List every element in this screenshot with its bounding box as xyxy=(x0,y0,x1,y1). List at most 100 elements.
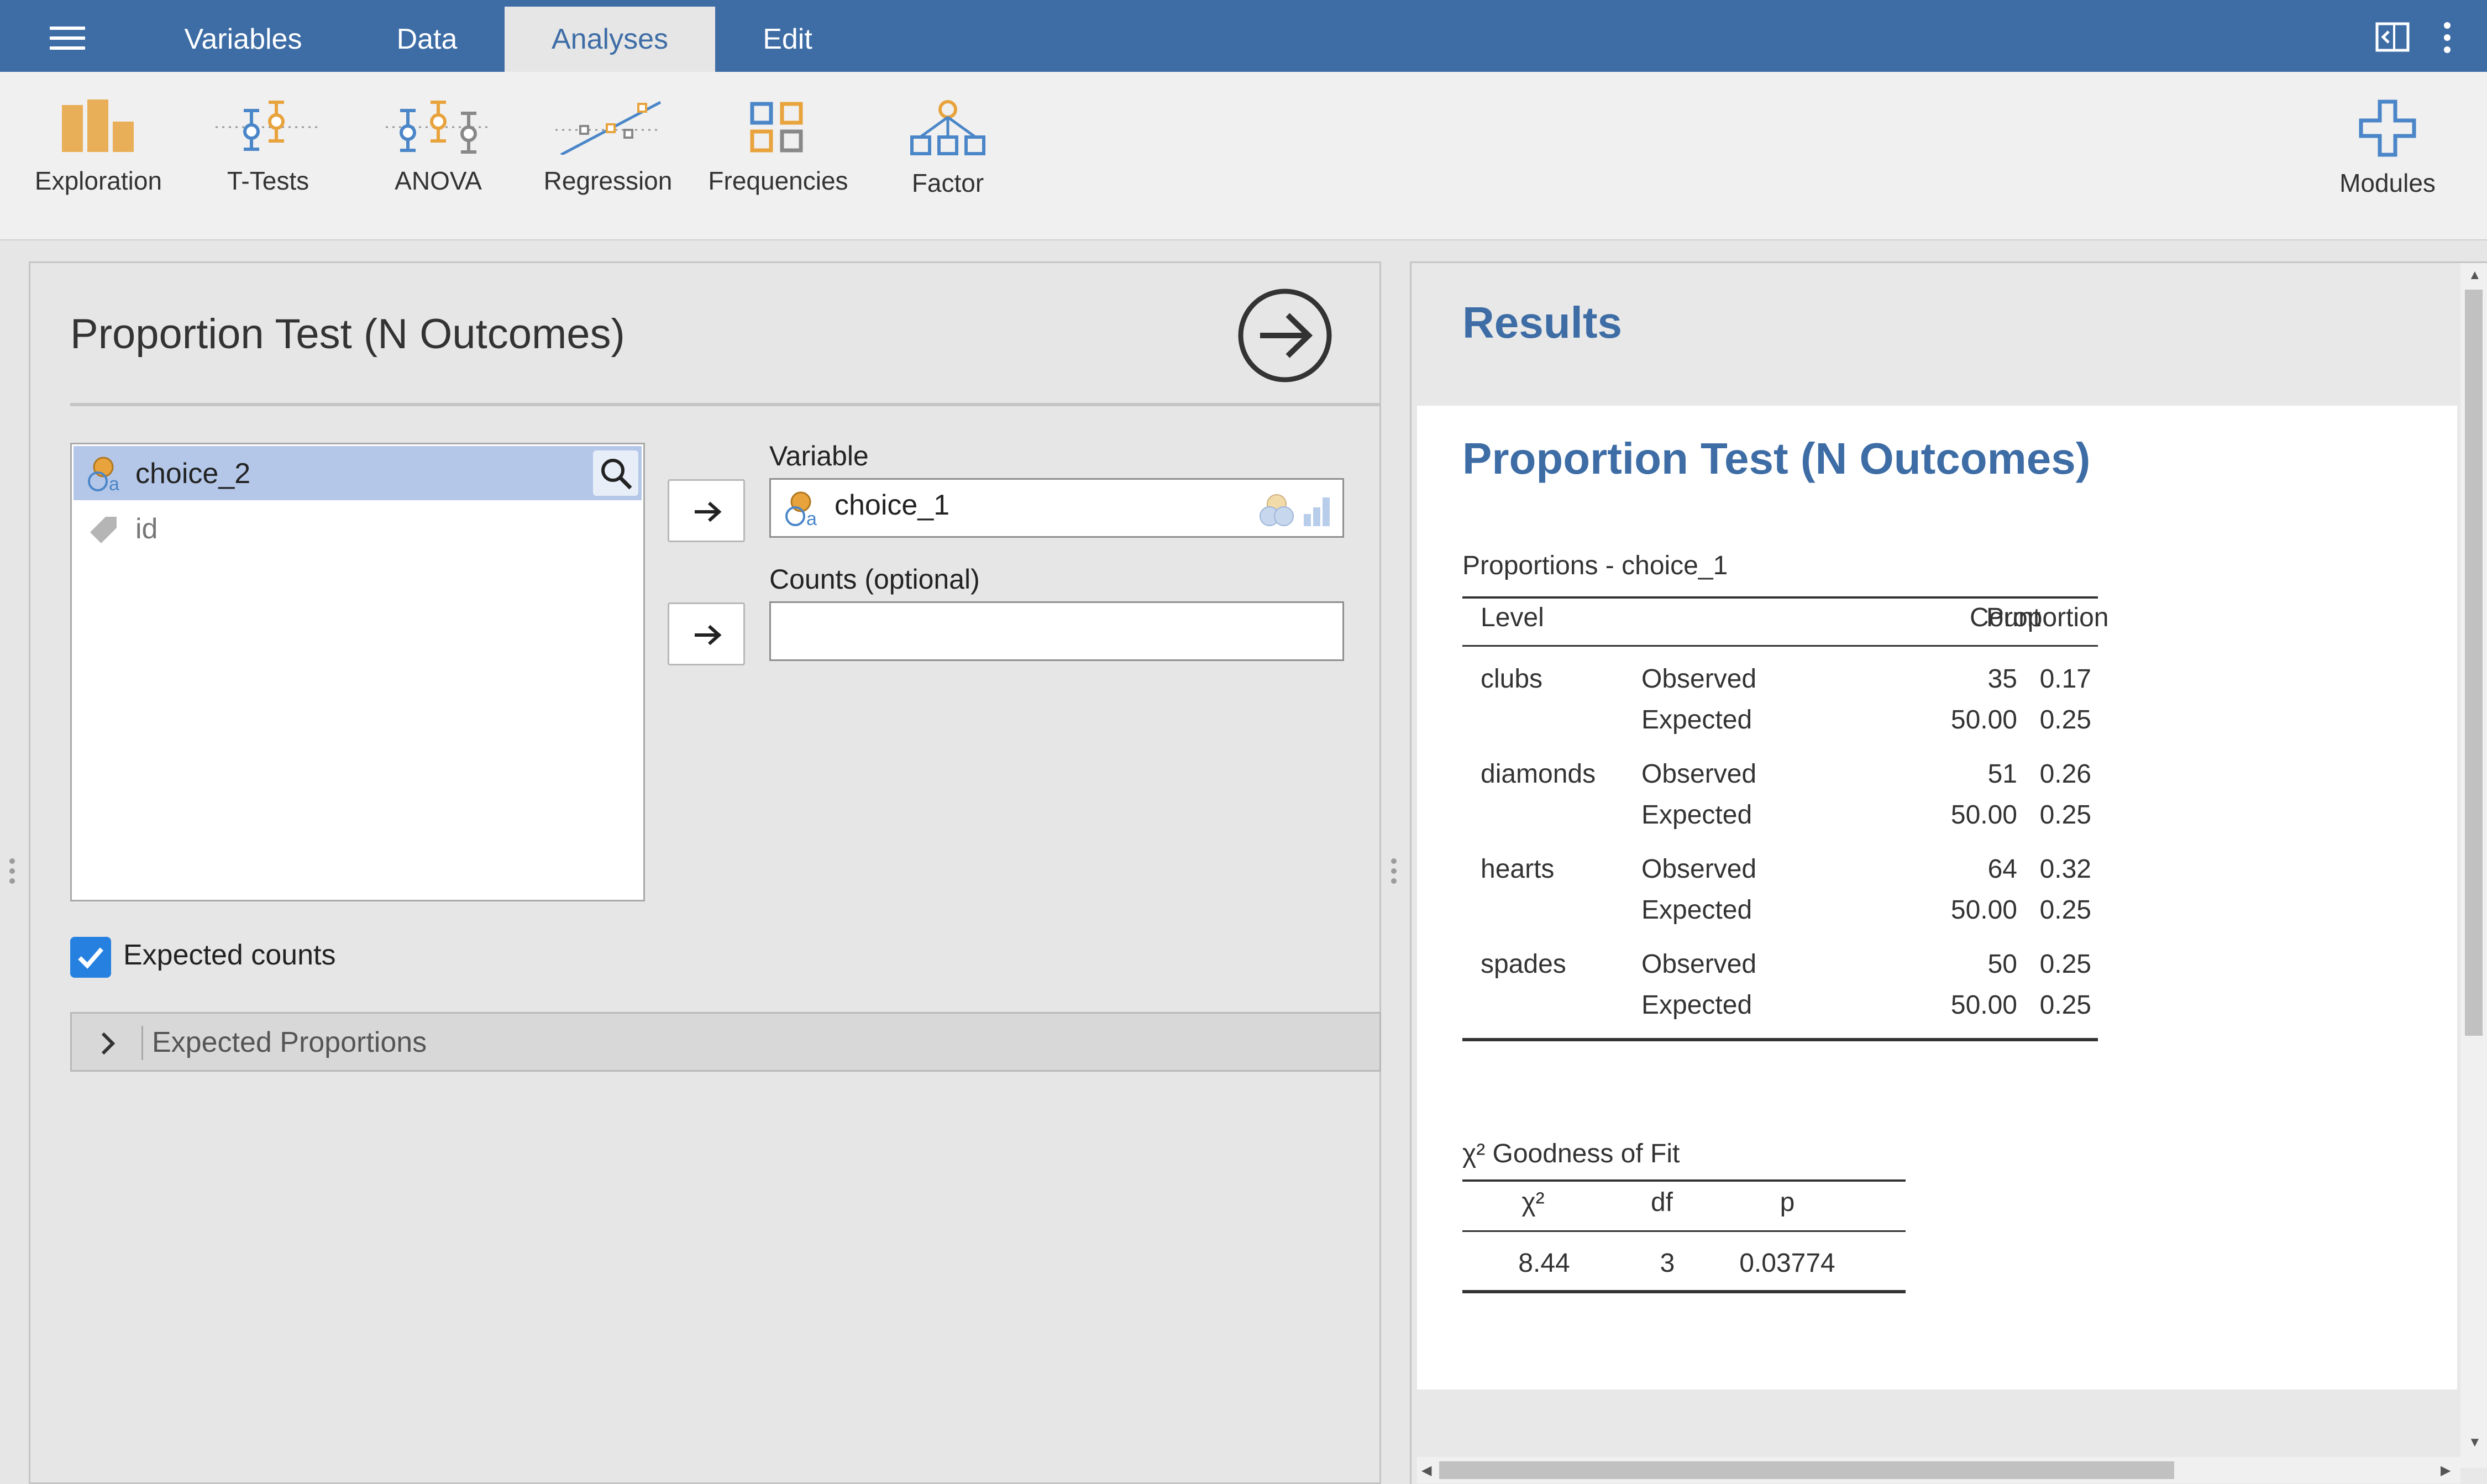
modules-button[interactable]: Modules xyxy=(2305,99,2470,198)
table-rule xyxy=(1462,1290,1906,1293)
table-cell-level: diamonds xyxy=(1481,759,1596,789)
hamburger-menu-icon[interactable] xyxy=(50,27,85,51)
svg-text:a: a xyxy=(806,508,817,527)
results-panel: Results Proportion Test (N Outcomes) Pro… xyxy=(1410,261,2487,1484)
table-rule xyxy=(1462,1038,2098,1041)
search-variables-button[interactable] xyxy=(593,450,638,496)
table-rule xyxy=(1462,596,2098,599)
gof-table-title: χ² Goodness of Fit xyxy=(1462,1139,1680,1168)
allowed-types-icon xyxy=(1260,494,1330,526)
table-cell-proportion: 0.25 xyxy=(2039,800,2091,830)
scroll-down-arrow-icon[interactable]: ▼ xyxy=(2468,1435,2481,1450)
table-cell-type: Expected xyxy=(1641,990,1753,1020)
exploration-label: Exploration xyxy=(34,166,162,195)
results-vertical-scrollbar[interactable]: ▲ ▼ xyxy=(2460,263,2487,1468)
variable-field[interactable]: a choice_1 xyxy=(769,478,1344,538)
variable-item-choice-2[interactable]: a choice_2 xyxy=(74,446,642,500)
anova-icon xyxy=(386,101,491,154)
horizontal-scroll-thumb[interactable] xyxy=(1439,1461,2174,1479)
variable-value: choice_1 xyxy=(835,489,950,521)
frequencies-button[interactable]: Frequencies xyxy=(695,99,861,196)
variable-item-id[interactable]: id xyxy=(74,501,642,555)
exploration-icon xyxy=(62,99,134,152)
table-cell-proportion: 0.25 xyxy=(2039,950,2091,979)
variable-name: choice_2 xyxy=(135,458,251,490)
analysis-options-panel: Proportion Test (N Outcomes) a choice_2 xyxy=(29,261,1381,1484)
t-tests-icon xyxy=(216,101,321,151)
center-splitter-handle[interactable] xyxy=(1391,858,1399,892)
table-cell-proportion: 0.32 xyxy=(2039,854,2091,884)
proportions-table-title: Proportions - choice_1 xyxy=(1462,551,1728,580)
checkmark-icon xyxy=(78,947,104,969)
counts-label: Counts (optional) xyxy=(769,564,980,595)
anova-label: ANOVA xyxy=(395,166,482,195)
svg-text:a: a xyxy=(109,474,119,492)
modules-label: Modules xyxy=(2339,169,2436,197)
more-options-icon[interactable] xyxy=(2442,22,2453,53)
results-horizontal-scrollbar[interactable]: ◀ ▶ xyxy=(1417,1457,2460,1483)
arrow-right-icon xyxy=(695,625,722,646)
table-cell-type: Observed xyxy=(1641,759,1757,789)
scroll-up-arrow-icon[interactable]: ▲ xyxy=(2468,268,2481,283)
tab-variables[interactable]: Variables xyxy=(158,7,329,72)
move-to-counts-button[interactable] xyxy=(668,602,745,665)
scroll-right-arrow-icon[interactable]: ▶ xyxy=(2441,1462,2451,1478)
table-cell-proportion: 0.25 xyxy=(2039,895,2091,925)
variable-name: id xyxy=(135,513,158,545)
column-header-p: p xyxy=(1780,1188,1795,1217)
factor-button[interactable]: Factor xyxy=(865,99,1031,198)
table-cell-type: Observed xyxy=(1641,854,1757,884)
variable-list[interactable]: a choice_2 id xyxy=(70,443,645,901)
nominal-icon: a xyxy=(785,491,817,527)
table-cell-level: spades xyxy=(1481,950,1566,979)
table-cell-level: hearts xyxy=(1481,854,1555,884)
column-header-proportion: Proportion xyxy=(1986,603,2109,632)
regression-button[interactable]: Regression xyxy=(525,99,691,196)
title-divider xyxy=(70,403,1381,406)
run-arrow-icon[interactable] xyxy=(1237,287,1333,384)
left-splitter-handle[interactable] xyxy=(9,858,17,892)
tab-data[interactable]: Data xyxy=(365,7,489,72)
move-to-variable-button[interactable] xyxy=(668,479,745,542)
scroll-left-arrow-icon[interactable]: ◀ xyxy=(1421,1462,1431,1478)
vertical-scroll-thumb[interactable] xyxy=(2465,290,2483,1036)
search-icon xyxy=(601,459,632,490)
factor-icon xyxy=(910,100,985,155)
table-rule xyxy=(1462,645,2098,647)
table-cell-type: Expected xyxy=(1641,895,1753,925)
table-cell-proportion: 0.25 xyxy=(2039,705,2091,735)
tab-edit[interactable]: Edit xyxy=(741,7,835,72)
section-divider xyxy=(141,1026,143,1060)
t-tests-button[interactable]: T-Tests xyxy=(185,99,351,196)
table-cell-proportion: 0.17 xyxy=(2039,664,2091,694)
column-header-df: df xyxy=(1650,1188,1673,1217)
plus-icon xyxy=(2359,99,2416,157)
counts-field[interactable] xyxy=(769,601,1344,661)
variable-label: Variable xyxy=(769,441,869,471)
table-cell-type: Observed xyxy=(1641,664,1757,694)
gof-cell-chi2: 8.44 xyxy=(1518,1249,1570,1278)
table-rule xyxy=(1462,1179,1906,1182)
column-header-level: Level xyxy=(1481,603,1544,632)
analysis-title: Proportion Test (N Outcomes) xyxy=(70,311,625,358)
table-cell-type: Observed xyxy=(1641,950,1757,979)
frequencies-label: Frequencies xyxy=(708,166,848,195)
analyses-ribbon: Exploration T-Tests ANOVA Regression Fre… xyxy=(0,72,2487,240)
nominal-icon: a xyxy=(88,457,119,492)
t-tests-label: T-Tests xyxy=(227,166,309,195)
toggle-panel-icon[interactable] xyxy=(2375,22,2410,52)
results-header: Results xyxy=(1462,298,1622,347)
results-content: Proportion Test (N Outcomes) Proportions… xyxy=(1417,406,2457,1389)
table-cell-type: Expected xyxy=(1641,705,1753,735)
gof-cell-df: 3 xyxy=(1660,1249,1675,1278)
tab-analyses[interactable]: Analyses xyxy=(505,7,715,72)
chevron-right-icon xyxy=(101,1032,116,1055)
table-cell-proportion: 0.26 xyxy=(2039,759,2091,789)
expected-proportions-section[interactable]: Expected Proportions xyxy=(70,1012,1381,1072)
anova-button[interactable]: ANOVA xyxy=(355,99,521,196)
expected-counts-label[interactable]: Expected counts xyxy=(123,938,335,972)
frequencies-icon xyxy=(750,102,803,153)
id-icon xyxy=(90,517,117,543)
exploration-button[interactable]: Exploration xyxy=(15,99,181,196)
expected-counts-checkbox[interactable] xyxy=(70,937,111,978)
